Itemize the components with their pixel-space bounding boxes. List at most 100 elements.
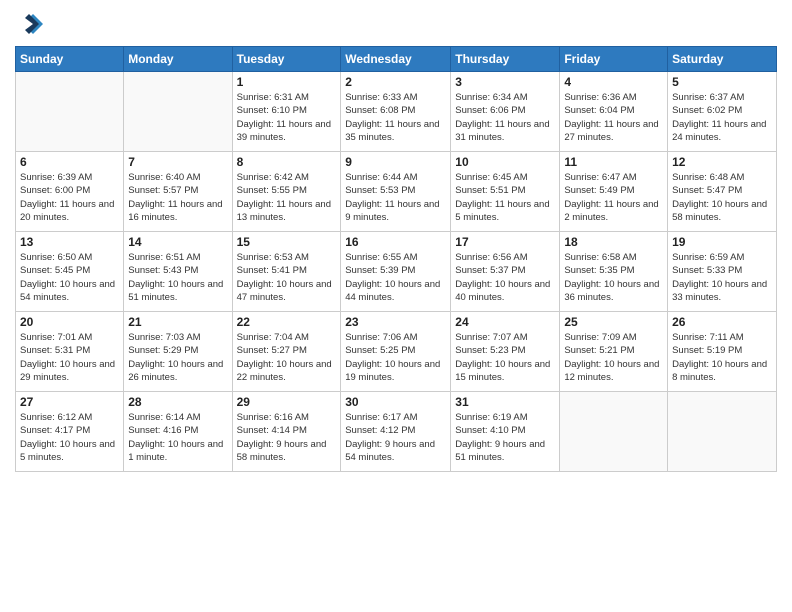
weekday-header-friday: Friday — [560, 47, 668, 72]
day-info: Sunrise: 6:48 AM Sunset: 5:47 PM Dayligh… — [672, 171, 772, 224]
day-info: Sunrise: 6:36 AM Sunset: 6:04 PM Dayligh… — [564, 91, 663, 144]
calendar-cell: 11 Sunrise: 6:47 AM Sunset: 5:49 PM Dayli… — [560, 152, 668, 232]
day-number: 13 — [20, 235, 119, 249]
day-number: 19 — [672, 235, 772, 249]
day-number: 7 — [128, 155, 227, 169]
day-number: 30 — [345, 395, 446, 409]
day-number: 23 — [345, 315, 446, 329]
calendar-cell: 1 Sunrise: 6:31 AM Sunset: 6:10 PM Daylig… — [232, 72, 341, 152]
day-info: Sunrise: 6:34 AM Sunset: 6:06 PM Dayligh… — [455, 91, 555, 144]
week-row-3: 13 Sunrise: 6:50 AM Sunset: 5:45 PM Dayli… — [16, 232, 777, 312]
day-info: Sunrise: 6:56 AM Sunset: 5:37 PM Dayligh… — [455, 251, 555, 304]
logo-icon — [15, 10, 43, 38]
weekday-header-row: SundayMondayTuesdayWednesdayThursdayFrid… — [16, 47, 777, 72]
calendar-cell — [124, 72, 232, 152]
day-number: 31 — [455, 395, 555, 409]
day-info: Sunrise: 6:12 AM Sunset: 4:17 PM Dayligh… — [20, 411, 119, 464]
day-number: 17 — [455, 235, 555, 249]
day-number: 21 — [128, 315, 227, 329]
calendar-cell: 22Sunrise: 7:04 AM Sunset: 5:27 PM Dayli… — [232, 312, 341, 392]
day-number: 29 — [237, 395, 337, 409]
calendar-cell: 15 Sunrise: 6:53 AM Sunset: 5:41 PM Dayli… — [232, 232, 341, 312]
calendar-cell: 12 Sunrise: 6:48 AM Sunset: 5:47 PM Dayli… — [668, 152, 777, 232]
day-info: Sunrise: 6:16 AM Sunset: 4:14 PM Dayligh… — [237, 411, 337, 464]
week-row-4: 20 Sunrise: 7:01 AM Sunset: 5:31 PM Dayli… — [16, 312, 777, 392]
day-info: Sunrise: 7:03 AM Sunset: 5:29 PM Dayligh… — [128, 331, 227, 384]
week-row-2: 6 Sunrise: 6:39 AM Sunset: 6:00 PM Daylig… — [16, 152, 777, 232]
day-info: Sunrise: 6:59 AM Sunset: 5:33 PM Dayligh… — [672, 251, 772, 304]
day-info: Sunrise: 6:47 AM Sunset: 5:49 PM Dayligh… — [564, 171, 663, 224]
calendar-cell: 30 Sunrise: 6:17 AM Sunset: 4:12 PM Dayli… — [341, 392, 451, 472]
day-number: 8 — [237, 155, 337, 169]
day-info: Sunrise: 7:01 AM Sunset: 5:31 PM Dayligh… — [20, 331, 119, 384]
day-info: Sunrise: 6:55 AM Sunset: 5:39 PM Dayligh… — [345, 251, 446, 304]
day-info: Sunrise: 7:09 AM Sunset: 5:21 PM Dayligh… — [564, 331, 663, 384]
calendar-cell: 28Sunrise: 6:14 AM Sunset: 4:16 PM Dayli… — [124, 392, 232, 472]
day-number: 24 — [455, 315, 555, 329]
day-number: 20 — [20, 315, 119, 329]
day-number: 11 — [564, 155, 663, 169]
day-number: 28 — [128, 395, 227, 409]
calendar-cell: 19 Sunrise: 6:59 AM Sunset: 5:33 PM Dayli… — [668, 232, 777, 312]
calendar-cell: 14 Sunrise: 6:51 AM Sunset: 5:43 PM Dayli… — [124, 232, 232, 312]
day-number: 12 — [672, 155, 772, 169]
day-info: Sunrise: 6:37 AM Sunset: 6:02 PM Dayligh… — [672, 91, 772, 144]
day-number: 14 — [128, 235, 227, 249]
day-info: Sunrise: 6:58 AM Sunset: 5:35 PM Dayligh… — [564, 251, 663, 304]
day-number: 16 — [345, 235, 446, 249]
calendar-cell: 3 Sunrise: 6:34 AM Sunset: 6:06 PM Daylig… — [451, 72, 560, 152]
day-number: 15 — [237, 235, 337, 249]
weekday-header-sunday: Sunday — [16, 47, 124, 72]
day-number: 3 — [455, 75, 555, 89]
weekday-header-thursday: Thursday — [451, 47, 560, 72]
weekday-header-monday: Monday — [124, 47, 232, 72]
day-number: 26 — [672, 315, 772, 329]
day-info: Sunrise: 6:17 AM Sunset: 4:12 PM Dayligh… — [345, 411, 446, 464]
day-info: Sunrise: 6:44 AM Sunset: 5:53 PM Dayligh… — [345, 171, 446, 224]
calendar-table: SundayMondayTuesdayWednesdayThursdayFrid… — [15, 46, 777, 472]
calendar-cell: 6 Sunrise: 6:39 AM Sunset: 6:00 PM Daylig… — [16, 152, 124, 232]
day-info: Sunrise: 6:53 AM Sunset: 5:41 PM Dayligh… — [237, 251, 337, 304]
calendar-cell: 25 Sunrise: 7:09 AM Sunset: 5:21 PM Dayli… — [560, 312, 668, 392]
calendar-cell: 13 Sunrise: 6:50 AM Sunset: 5:45 PM Dayli… — [16, 232, 124, 312]
day-number: 25 — [564, 315, 663, 329]
day-info: Sunrise: 6:42 AM Sunset: 5:55 PM Dayligh… — [237, 171, 337, 224]
calendar-cell — [668, 392, 777, 472]
calendar-cell: 5Sunrise: 6:37 AM Sunset: 6:02 PM Daylig… — [668, 72, 777, 152]
week-row-1: 1 Sunrise: 6:31 AM Sunset: 6:10 PM Daylig… — [16, 72, 777, 152]
week-row-5: 27Sunrise: 6:12 AM Sunset: 4:17 PM Dayli… — [16, 392, 777, 472]
weekday-header-saturday: Saturday — [668, 47, 777, 72]
calendar-cell: 21 Sunrise: 7:03 AM Sunset: 5:29 PM Dayli… — [124, 312, 232, 392]
calendar-cell: 17 Sunrise: 6:56 AM Sunset: 5:37 PM Dayli… — [451, 232, 560, 312]
calendar-cell: 2Sunrise: 6:33 AM Sunset: 6:08 PM Daylig… — [341, 72, 451, 152]
day-info: Sunrise: 6:51 AM Sunset: 5:43 PM Dayligh… — [128, 251, 227, 304]
calendar-cell — [560, 392, 668, 472]
weekday-header-tuesday: Tuesday — [232, 47, 341, 72]
header — [15, 10, 777, 38]
day-info: Sunrise: 7:04 AM Sunset: 5:27 PM Dayligh… — [237, 331, 337, 384]
day-info: Sunrise: 6:39 AM Sunset: 6:00 PM Dayligh… — [20, 171, 119, 224]
day-info: Sunrise: 6:31 AM Sunset: 6:10 PM Dayligh… — [237, 91, 337, 144]
page: SundayMondayTuesdayWednesdayThursdayFrid… — [0, 0, 792, 612]
day-number: 1 — [237, 75, 337, 89]
weekday-header-wednesday: Wednesday — [341, 47, 451, 72]
calendar-cell: 26Sunrise: 7:11 AM Sunset: 5:19 PM Dayli… — [668, 312, 777, 392]
calendar-cell: 24 Sunrise: 7:07 AM Sunset: 5:23 PM Dayli… — [451, 312, 560, 392]
calendar-cell: 31Sunrise: 6:19 AM Sunset: 4:10 PM Dayli… — [451, 392, 560, 472]
calendar-cell: 18 Sunrise: 6:58 AM Sunset: 5:35 PM Dayli… — [560, 232, 668, 312]
calendar-cell: 8 Sunrise: 6:42 AM Sunset: 5:55 PM Daylig… — [232, 152, 341, 232]
calendar-cell: 29 Sunrise: 6:16 AM Sunset: 4:14 PM Dayli… — [232, 392, 341, 472]
day-number: 18 — [564, 235, 663, 249]
calendar-cell: 20 Sunrise: 7:01 AM Sunset: 5:31 PM Dayli… — [16, 312, 124, 392]
day-info: Sunrise: 7:07 AM Sunset: 5:23 PM Dayligh… — [455, 331, 555, 384]
day-number: 6 — [20, 155, 119, 169]
day-number: 4 — [564, 75, 663, 89]
calendar-cell: 10Sunrise: 6:45 AM Sunset: 5:51 PM Dayli… — [451, 152, 560, 232]
calendar-cell: 7 Sunrise: 6:40 AM Sunset: 5:57 PM Daylig… — [124, 152, 232, 232]
calendar-cell: 16 Sunrise: 6:55 AM Sunset: 5:39 PM Dayli… — [341, 232, 451, 312]
day-info: Sunrise: 6:50 AM Sunset: 5:45 PM Dayligh… — [20, 251, 119, 304]
day-info: Sunrise: 6:40 AM Sunset: 5:57 PM Dayligh… — [128, 171, 227, 224]
calendar-cell: 9Sunrise: 6:44 AM Sunset: 5:53 PM Daylig… — [341, 152, 451, 232]
calendar-cell: 23Sunrise: 7:06 AM Sunset: 5:25 PM Dayli… — [341, 312, 451, 392]
day-number: 2 — [345, 75, 446, 89]
